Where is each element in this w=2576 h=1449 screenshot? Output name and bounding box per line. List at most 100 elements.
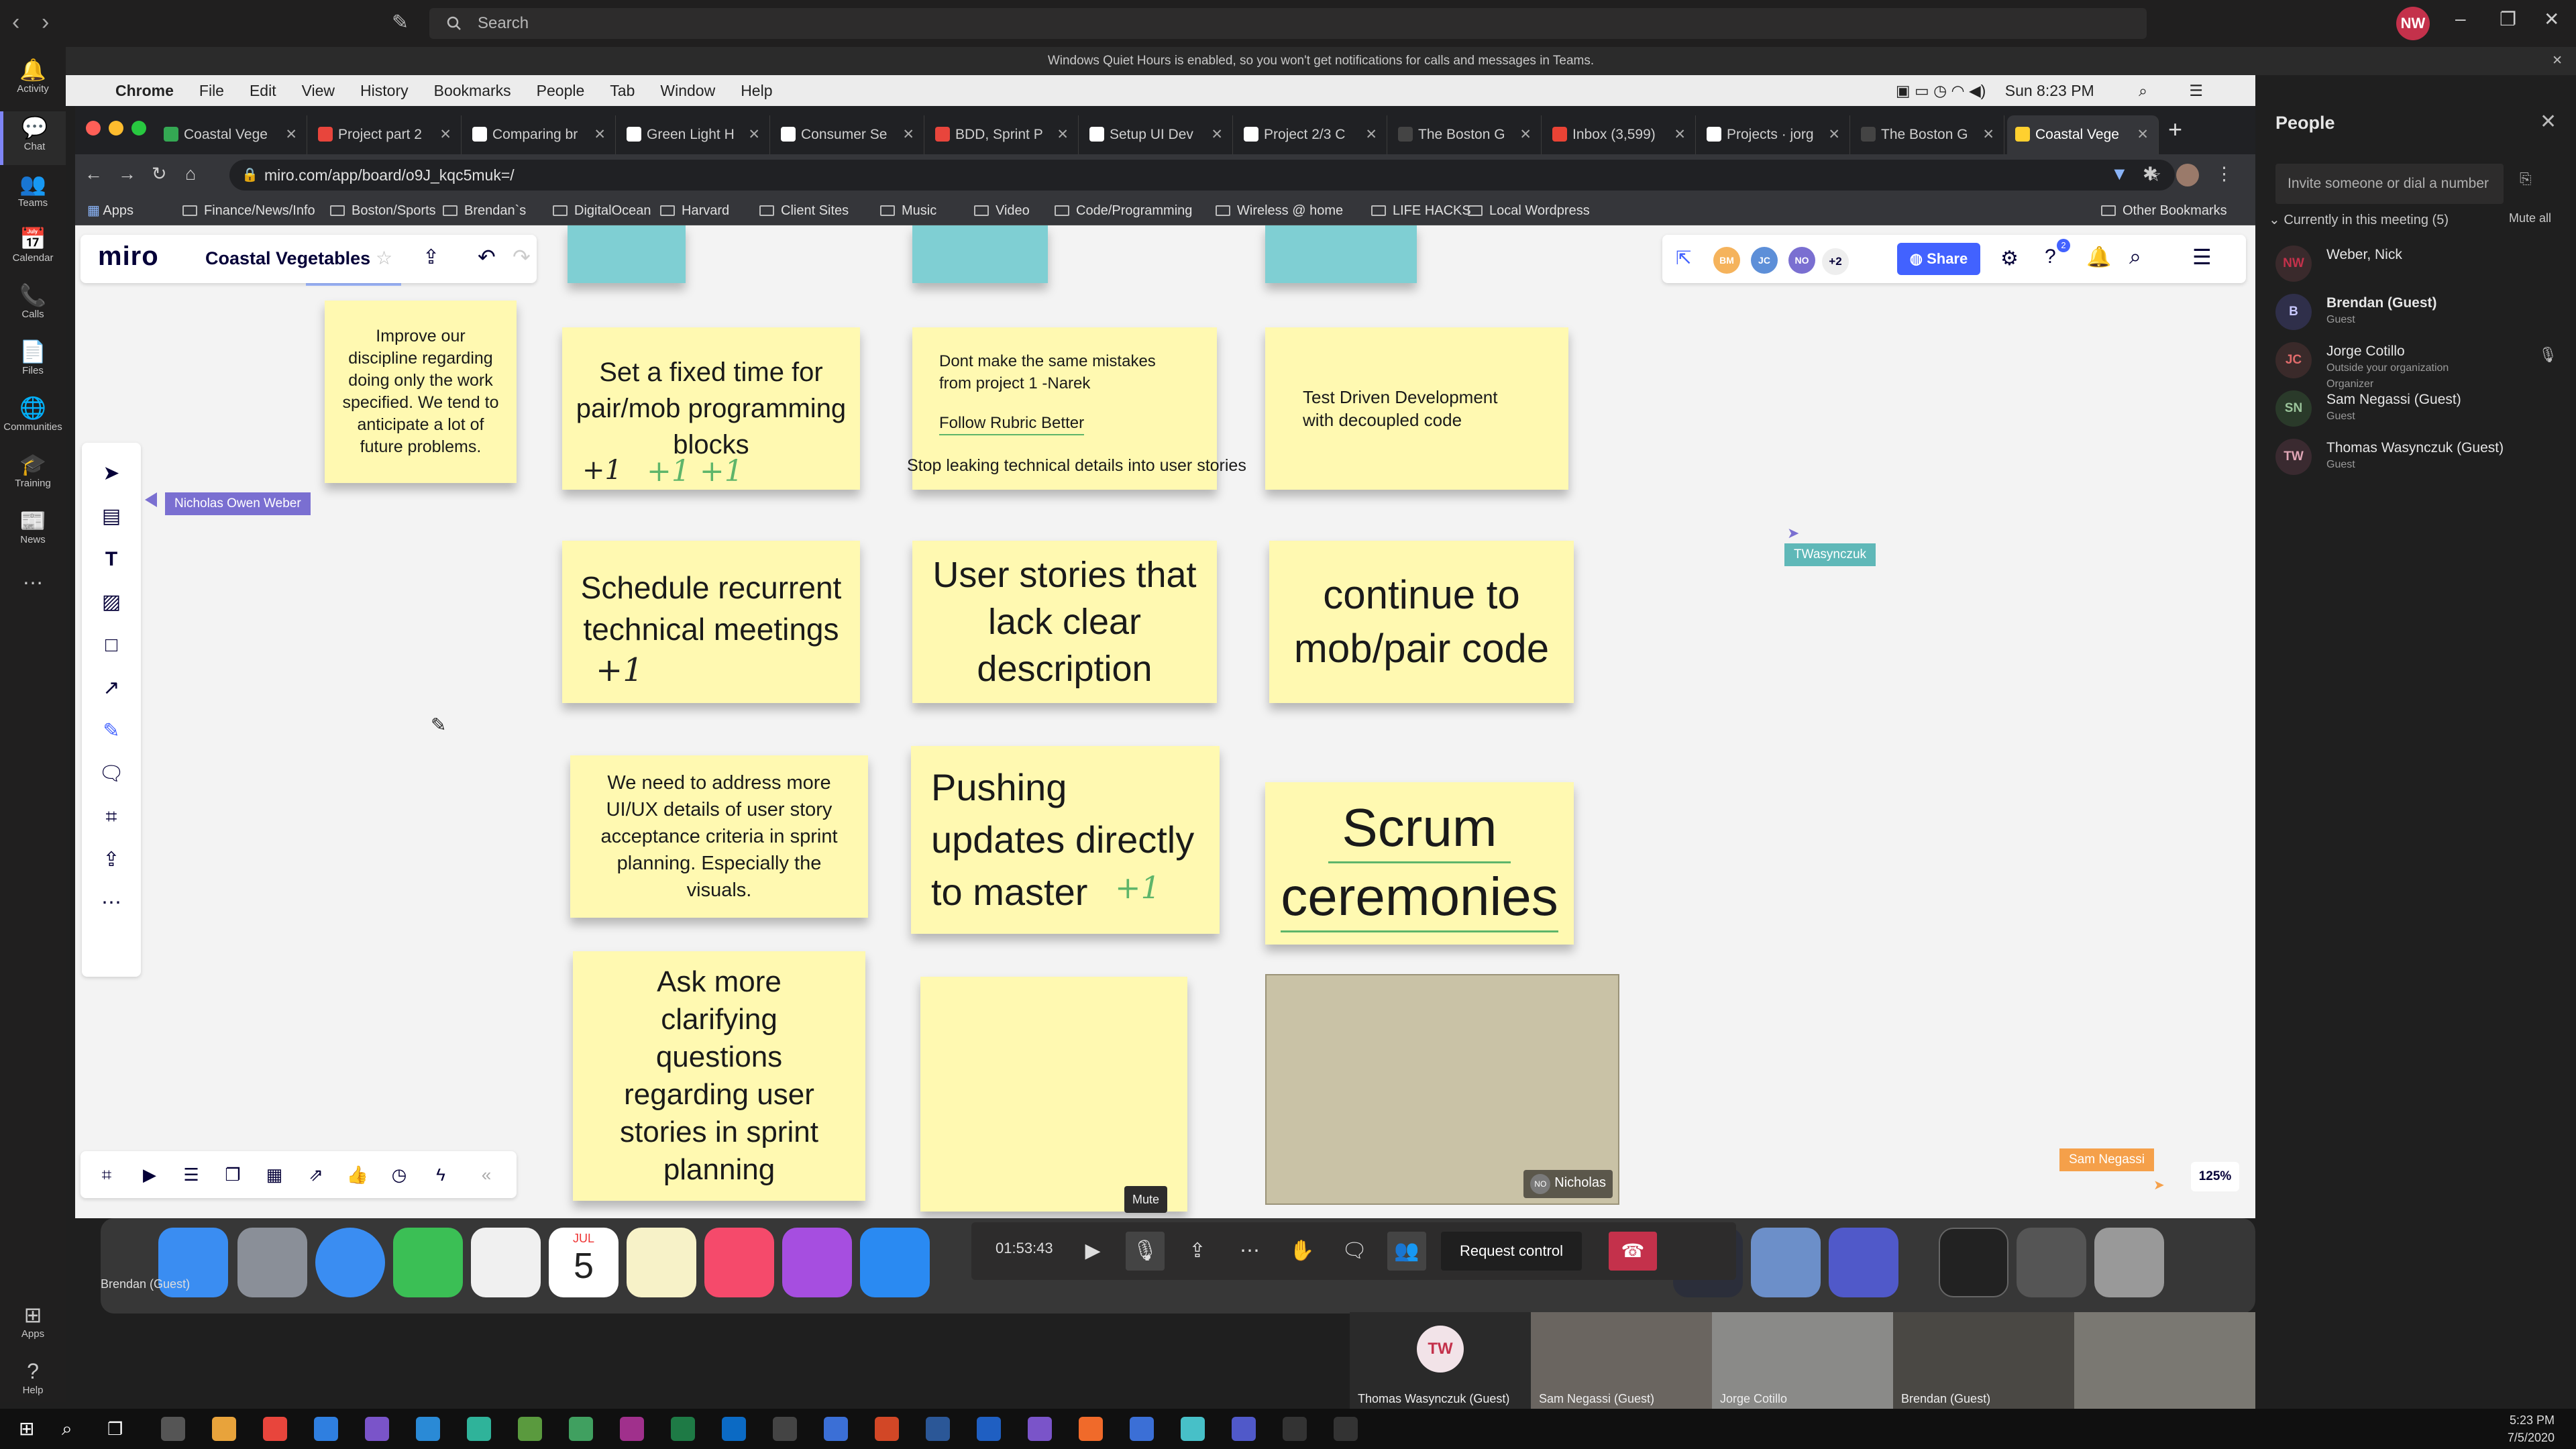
sticky-note[interactable]: Ask more clarifying questions regarding … — [573, 951, 865, 1201]
windows-start-icon[interactable]: ⊞ — [19, 1417, 43, 1441]
rail-item-chat[interactable]: 💬 Chat — [0, 111, 66, 165]
tab-close-icon[interactable]: ✕ — [1828, 115, 1840, 154]
close-traffic-light[interactable] — [86, 121, 101, 136]
new-tab-icon[interactable]: + — [2168, 115, 2182, 144]
collaborator-avatar[interactable]: NO — [1788, 247, 1815, 274]
lightning-icon[interactable]: ϟ — [425, 1159, 456, 1190]
connection-line-icon[interactable]: ↗ — [82, 668, 141, 708]
kanban-icon[interactable]: ▦ — [259, 1159, 290, 1190]
rail-item-calls[interactable]: 📞 Calls — [0, 282, 66, 320]
taskbar-app-icon[interactable] — [671, 1417, 695, 1441]
taskbar-app-icon[interactable] — [569, 1417, 593, 1441]
shape-icon[interactable]: □ — [82, 625, 141, 665]
video-tile[interactable]: TW Thomas Wasynczuk (Guest) — [1350, 1312, 1531, 1409]
participant-row[interactable]: SN Sam Negassi (Guest) Guest — [2275, 388, 2564, 435]
compose-icon[interactable]: ✎ — [392, 11, 409, 34]
invite-input[interactable]: Invite someone or dial a number — [2275, 164, 2504, 204]
taskbar-app-icon[interactable] — [1028, 1417, 1052, 1441]
miro-board-canvas[interactable]: Improve our discipline regarding doing o… — [75, 225, 2255, 1218]
participant-row[interactable]: NW Weber, Nick — [2275, 243, 2564, 290]
video-frame[interactable]: NO Nicholas — [1265, 974, 1619, 1205]
present-icon[interactable]: ▶ — [134, 1159, 165, 1190]
camera-icon[interactable]: ▶ — [1073, 1232, 1112, 1271]
video-tile[interactable]: Jorge Cotillo — [1712, 1312, 1893, 1409]
hang-up-button[interactable]: ☎ — [1609, 1232, 1657, 1271]
rail-item-calendar[interactable]: 📅 Calendar — [0, 225, 66, 264]
chrome-menu-icon[interactable]: ⋮ — [2215, 164, 2233, 184]
taskbar-app-icon[interactable] — [1130, 1417, 1154, 1441]
collaborator-avatar[interactable]: JC — [1751, 247, 1778, 274]
restore-icon[interactable]: ❐ — [2500, 8, 2516, 30]
cards-icon[interactable]: ❐ — [217, 1159, 248, 1190]
tab-close-icon[interactable]: ✕ — [439, 115, 451, 154]
photos-icon[interactable] — [471, 1228, 541, 1297]
taskbar-app-icon[interactable] — [620, 1417, 644, 1441]
taskbar-app-icon[interactable] — [1232, 1417, 1256, 1441]
taskbar-app-icon[interactable] — [518, 1417, 542, 1441]
profile-avatar[interactable] — [2176, 164, 2199, 186]
taskbar-app-icon[interactable] — [161, 1417, 185, 1441]
share-invite-icon[interactable]: ⎘ — [2520, 170, 2532, 188]
calendar-icon[interactable]: JUL 5 — [549, 1228, 619, 1297]
browser-tab[interactable]: Project 2/3 C ✕ — [1236, 115, 1387, 154]
browser-tab[interactable]: Consumer Se ✕ — [773, 115, 924, 154]
share-screen-icon[interactable]: ⇗ — [301, 1159, 331, 1190]
bookmark-item[interactable]: Boston/Sports — [330, 196, 436, 225]
raise-hand-icon[interactable]: ✋ — [1283, 1232, 1322, 1271]
url-bar[interactable]: 🔒 miro.com/app/board/o9J_kqc5muk=/ ☆ — [229, 160, 2175, 191]
taskbar-app-icon[interactable] — [365, 1417, 389, 1441]
participant-row[interactable]: JC Jorge Cotillo Outside your organization… — [2275, 339, 2564, 390]
taskbar-app-icon[interactable] — [263, 1417, 287, 1441]
close-banner-icon[interactable]: ✕ — [2552, 47, 2563, 75]
tab-close-icon[interactable]: ✕ — [594, 115, 606, 154]
taskbar-app-icon[interactable] — [722, 1417, 746, 1441]
spotlight-icon[interactable]: ⌕ — [2139, 82, 2147, 99]
home-icon[interactable]: ⌂ — [185, 164, 196, 184]
tab-close-icon[interactable]: ✕ — [748, 115, 760, 154]
taskbar-app-icon[interactable] — [773, 1417, 797, 1441]
chat-icon[interactable]: 🗨 — [1335, 1232, 1374, 1271]
forward-arrow-icon[interactable]: › — [42, 9, 49, 36]
collaborator-avatar[interactable]: BM — [1713, 247, 1740, 274]
browser-tab[interactable]: Project part 2 ✕ — [310, 115, 462, 154]
close-window-icon[interactable]: ✕ — [2544, 8, 2559, 30]
taskbar-app-icon[interactable] — [977, 1417, 1001, 1441]
taskbar-app-icon[interactable] — [1334, 1417, 1358, 1441]
user-avatar[interactable]: NW — [2396, 7, 2430, 40]
mac-menu-window[interactable]: Window — [660, 82, 715, 99]
board-menu-icon[interactable]: ☰ — [2192, 244, 2212, 270]
in-meeting-header[interactable]: ⌄ Currently in this meeting (5) — [2269, 211, 2449, 228]
bookmark-item[interactable]: Brendan`s — [443, 196, 526, 225]
cursor-mode-icon[interactable]: ⇱ — [1676, 247, 1691, 269]
rail-item-training[interactable]: 🎓 Training — [0, 451, 66, 489]
browser-tab[interactable]: The Boston G ✕ — [1390, 115, 1542, 154]
bookmark-item[interactable]: ▦ Apps — [87, 196, 133, 225]
participants-icon[interactable]: 👥 — [1387, 1232, 1426, 1271]
rail-item-communities[interactable]: 🌐 Communities — [0, 394, 66, 433]
upload-icon[interactable]: ⇪ — [82, 840, 141, 880]
participant-row[interactable]: TW Thomas Wasynczuk (Guest) Guest — [2275, 436, 2564, 483]
mute-all-button[interactable]: Mute all — [2509, 211, 2551, 225]
notes-icon[interactable] — [627, 1228, 696, 1297]
mac-menu-help[interactable]: Help — [741, 82, 772, 99]
minimize-icon[interactable]: – — [2455, 8, 2466, 30]
sticky-teal-partial[interactable] — [912, 225, 1048, 283]
bookmark-item[interactable]: Wireless @ home — [1216, 196, 1343, 225]
voting-icon[interactable]: 👍 — [342, 1159, 373, 1190]
sticky-note[interactable]: Test Driven Development with decoupled c… — [1265, 327, 1568, 490]
bookmark-item[interactable]: Music — [880, 196, 936, 225]
more-actions-icon[interactable]: ⋯ — [1230, 1232, 1269, 1271]
tab-close-icon[interactable]: ✕ — [902, 115, 914, 154]
help-icon[interactable]: ? — [2045, 246, 2056, 268]
taskbar-app-icon[interactable] — [1181, 1417, 1205, 1441]
search-icon[interactable]: ⌕ — [2129, 244, 2141, 270]
tab-close-icon[interactable]: ✕ — [1365, 115, 1377, 154]
bookmark-item[interactable]: DigitalOcean — [553, 196, 651, 225]
rail-item-more[interactable]: … — [0, 564, 66, 590]
mac-menu-view[interactable]: View — [302, 82, 335, 99]
bookmark-item[interactable]: Local Wordpress — [1468, 196, 1590, 225]
collapse-icon[interactable]: « — [471, 1159, 502, 1190]
star-icon[interactable]: ☆ — [376, 247, 392, 269]
tab-close-icon[interactable]: ✕ — [1057, 115, 1069, 154]
bookmark-item[interactable]: Finance/News/Info — [182, 196, 315, 225]
